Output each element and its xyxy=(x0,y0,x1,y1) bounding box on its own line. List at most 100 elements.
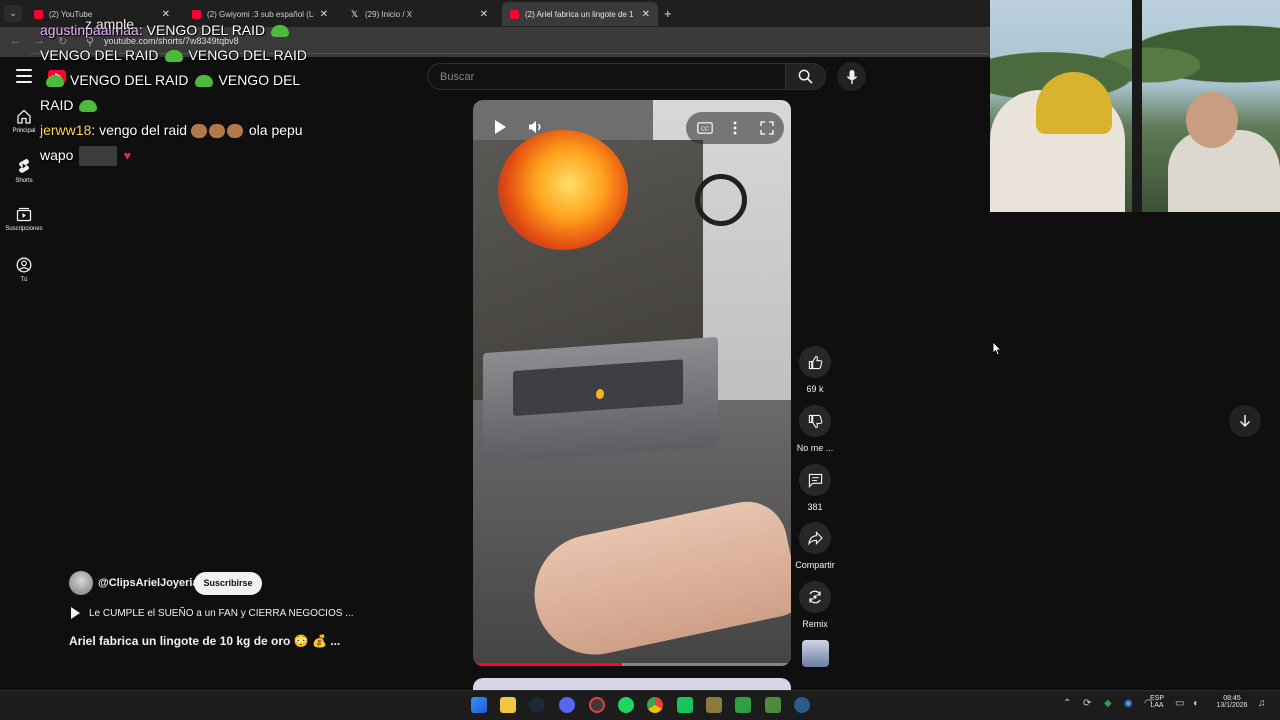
chat-top-fragment: z ample. xyxy=(85,16,138,32)
voice-search-button[interactable] xyxy=(837,62,866,91)
notification-bell-icon[interactable]: ♫ xyxy=(1258,698,1266,709)
like-button[interactable]: 69 k xyxy=(795,346,835,394)
mouse-cursor-icon xyxy=(992,341,1002,356)
chat-username: jerww18 xyxy=(40,122,92,138)
search-input[interactable]: Buscar xyxy=(427,63,786,90)
youtube-icon xyxy=(510,9,519,19)
clock[interactable]: 08:45 13/1/2026 xyxy=(1208,695,1256,709)
fullscreen-icon xyxy=(760,121,774,135)
discord-icon[interactable] xyxy=(559,697,575,713)
chevron-up-icon[interactable]: ⌃ xyxy=(1063,698,1071,709)
tab-title: (29) Inicio / X xyxy=(365,9,413,19)
remix-icon xyxy=(809,590,821,604)
chat-message: jerww18: vengo del raid ola pepu xyxy=(40,122,303,139)
spotify-icon[interactable] xyxy=(618,697,634,713)
browser-tab-active[interactable]: (2) Ariel fabrica un lingote de 1 ✕ xyxy=(502,2,658,26)
back-arrow-icon[interactable]: ← xyxy=(10,35,21,47)
volume-icon[interactable]: ◖ xyxy=(1192,698,1198,709)
shorts-icon xyxy=(19,158,29,173)
close-icon[interactable]: ✕ xyxy=(642,9,650,20)
chat-text: ola pepu xyxy=(248,122,303,138)
chat-text: VENGO DEL RAID xyxy=(40,47,159,63)
shorts-video-player[interactable]: CC xyxy=(473,100,791,666)
dislike-label: No me ... xyxy=(796,443,834,453)
chat-text: wapo xyxy=(40,147,74,163)
region-code: LAA xyxy=(1150,702,1164,709)
kick-icon[interactable] xyxy=(677,697,693,713)
windows-start-icon[interactable] xyxy=(471,697,487,713)
volume-button[interactable] xyxy=(525,116,547,138)
app-icon[interactable] xyxy=(765,697,781,713)
you-icon xyxy=(16,257,32,273)
steam-icon[interactable] xyxy=(529,697,545,713)
frog-emote-icon xyxy=(79,100,98,113)
progress-bar-fill xyxy=(473,663,623,666)
remix-button[interactable]: Remix xyxy=(795,581,835,629)
share-icon xyxy=(807,531,823,545)
app-icon[interactable] xyxy=(706,697,722,713)
app-icon[interactable] xyxy=(735,697,751,713)
chrome-icon[interactable] xyxy=(647,697,663,713)
share-button[interactable]: Compartir xyxy=(790,522,840,570)
guide-label: Suscripciones xyxy=(5,226,43,232)
language-indicator[interactable]: ESP LAA xyxy=(1146,695,1168,709)
subscribe-button[interactable]: Suscribirse xyxy=(194,572,262,595)
chat-text: vengo del raid xyxy=(99,122,188,138)
chat-message: VENGO DEL RAID VENGO DEL RAID xyxy=(40,43,360,68)
fullscreen-button[interactable] xyxy=(756,117,778,139)
video-frame-crucible xyxy=(498,130,628,250)
captions-button[interactable]: CC xyxy=(694,117,716,139)
emote-icon xyxy=(190,124,207,139)
share-label: Compartir xyxy=(795,560,835,570)
hamburger-menu-icon[interactable] xyxy=(16,69,32,83)
play-icon xyxy=(71,607,80,619)
playlist-link[interactable]: Le CUMPLE el SUEÑO a un FAN y CIERRA NEG… xyxy=(71,607,354,619)
guide-item-you[interactable]: Tú xyxy=(0,257,48,283)
remix-label: Remix xyxy=(802,619,828,629)
frog-emote-icon xyxy=(164,50,183,63)
app-icon[interactable] xyxy=(589,697,605,713)
browser-tab[interactable]: 𝕏 (29) Inicio / X ✕ xyxy=(342,2,496,26)
channel-name[interactable]: @ClipsArielJoyeria xyxy=(98,577,199,589)
audio-source-thumbnail[interactable] xyxy=(802,640,829,667)
play-button[interactable] xyxy=(489,116,511,138)
webcam-person-right-head xyxy=(1186,92,1238,148)
guide-item-subscriptions[interactable]: Suscripciones xyxy=(0,207,48,232)
file-explorer-icon[interactable] xyxy=(500,697,516,713)
shield-icon[interactable]: ◆ xyxy=(1104,698,1112,709)
play-icon xyxy=(495,120,506,134)
chat-message: RAID xyxy=(40,93,360,118)
next-video-button[interactable] xyxy=(1229,405,1261,437)
channel-avatar[interactable] xyxy=(69,571,93,595)
monitor-icon[interactable]: ▭ xyxy=(1175,698,1184,709)
chat-text: VENGO DEL xyxy=(218,72,301,88)
search-button[interactable] xyxy=(786,63,826,90)
subscriptions-icon xyxy=(16,207,32,222)
webcam-overlay xyxy=(990,0,1280,212)
frog-emote-icon xyxy=(194,75,213,88)
frog-emote-icon xyxy=(46,75,64,88)
close-icon[interactable]: ✕ xyxy=(480,9,488,20)
guide-label: Shorts xyxy=(15,178,33,184)
captions-icon: CC xyxy=(697,122,713,134)
new-tab-button[interactable]: + xyxy=(664,6,672,21)
clock-date: 13/1/2026 xyxy=(1216,702,1248,709)
playlist-title: Le CUMPLE el SUEÑO a un FAN y CIERRA NEG… xyxy=(89,607,354,619)
chat-text: VENGO DEL RAID xyxy=(188,47,308,63)
like-count: 69 k xyxy=(806,384,824,394)
more-vert-icon xyxy=(733,121,737,135)
comments-button[interactable]: 381 xyxy=(795,464,835,512)
sync-icon[interactable]: ⟳ xyxy=(1083,698,1091,709)
steam-icon[interactable] xyxy=(794,697,810,713)
chat-message: VENGO DEL RAID VENGO DEL xyxy=(40,68,360,93)
emote-icon xyxy=(226,124,243,139)
network-app-icon[interactable]: ◉ xyxy=(1124,698,1133,709)
chat-text: VENGO DEL RAID xyxy=(70,72,189,88)
next-short-preview[interactable] xyxy=(473,678,791,690)
video-title[interactable]: Ariel fabrica un lingote de 10 kg de oro… xyxy=(69,634,340,648)
tab-search-button[interactable]: ⌄ xyxy=(4,5,22,22)
comments-count: 381 xyxy=(807,502,823,512)
more-options-button[interactable] xyxy=(724,117,746,139)
dislike-button[interactable]: No me ... xyxy=(793,405,837,453)
thumbs-down-icon xyxy=(808,414,822,428)
